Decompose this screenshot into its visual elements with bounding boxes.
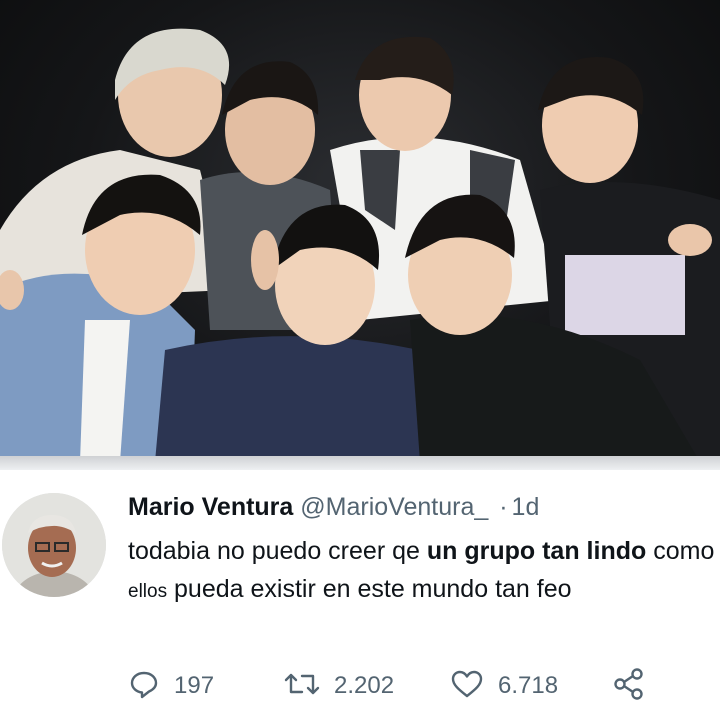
header-separator: · bbox=[499, 493, 508, 521]
tweet-text-bold: un grupo tan lindo bbox=[426, 537, 647, 565]
photo-bottom-edge bbox=[0, 456, 720, 470]
tweet-text-part3: como bbox=[653, 537, 715, 565]
tweet-text: todabia no puedo creer qe un grupo tan l… bbox=[128, 532, 720, 611]
heart-icon bbox=[450, 668, 484, 705]
tweet-text-small: ellos bbox=[128, 581, 168, 602]
author-handle[interactable]: @MarioVentura_ bbox=[300, 493, 488, 521]
group-photo-illustration bbox=[0, 28, 720, 462]
reply-count: 197 bbox=[174, 672, 215, 699]
tweet-text-part1: todabia no puedo creer qe bbox=[128, 537, 420, 565]
author-name[interactable]: Mario Ventura bbox=[128, 493, 293, 521]
like-button[interactable]: 6.718 bbox=[450, 666, 558, 706]
reply-icon bbox=[128, 668, 160, 705]
tweet-text-part5: pueda existir en este mundo tan feo bbox=[174, 575, 572, 603]
retweet-icon bbox=[284, 668, 320, 705]
like-count: 6.718 bbox=[498, 672, 559, 699]
group-photo bbox=[0, 0, 720, 462]
reply-button[interactable]: 197 bbox=[128, 666, 214, 706]
tweet-header: Mario Ventura @MarioVentura_ · 1d bbox=[128, 490, 539, 524]
retweet-button[interactable]: 2.202 bbox=[284, 666, 394, 706]
share-button[interactable] bbox=[612, 666, 646, 706]
tweet-actions: 197 2.202 6.718 bbox=[128, 666, 668, 706]
tweet-card[interactable]: Mario Ventura @MarioVentura_ · 1d todabia… bbox=[0, 470, 720, 713]
avatar[interactable] bbox=[2, 493, 106, 597]
avatar-portrait bbox=[2, 493, 106, 597]
share-icon bbox=[612, 667, 646, 706]
tweet-timestamp[interactable]: 1d bbox=[512, 493, 540, 521]
retweet-count: 2.202 bbox=[334, 672, 395, 699]
